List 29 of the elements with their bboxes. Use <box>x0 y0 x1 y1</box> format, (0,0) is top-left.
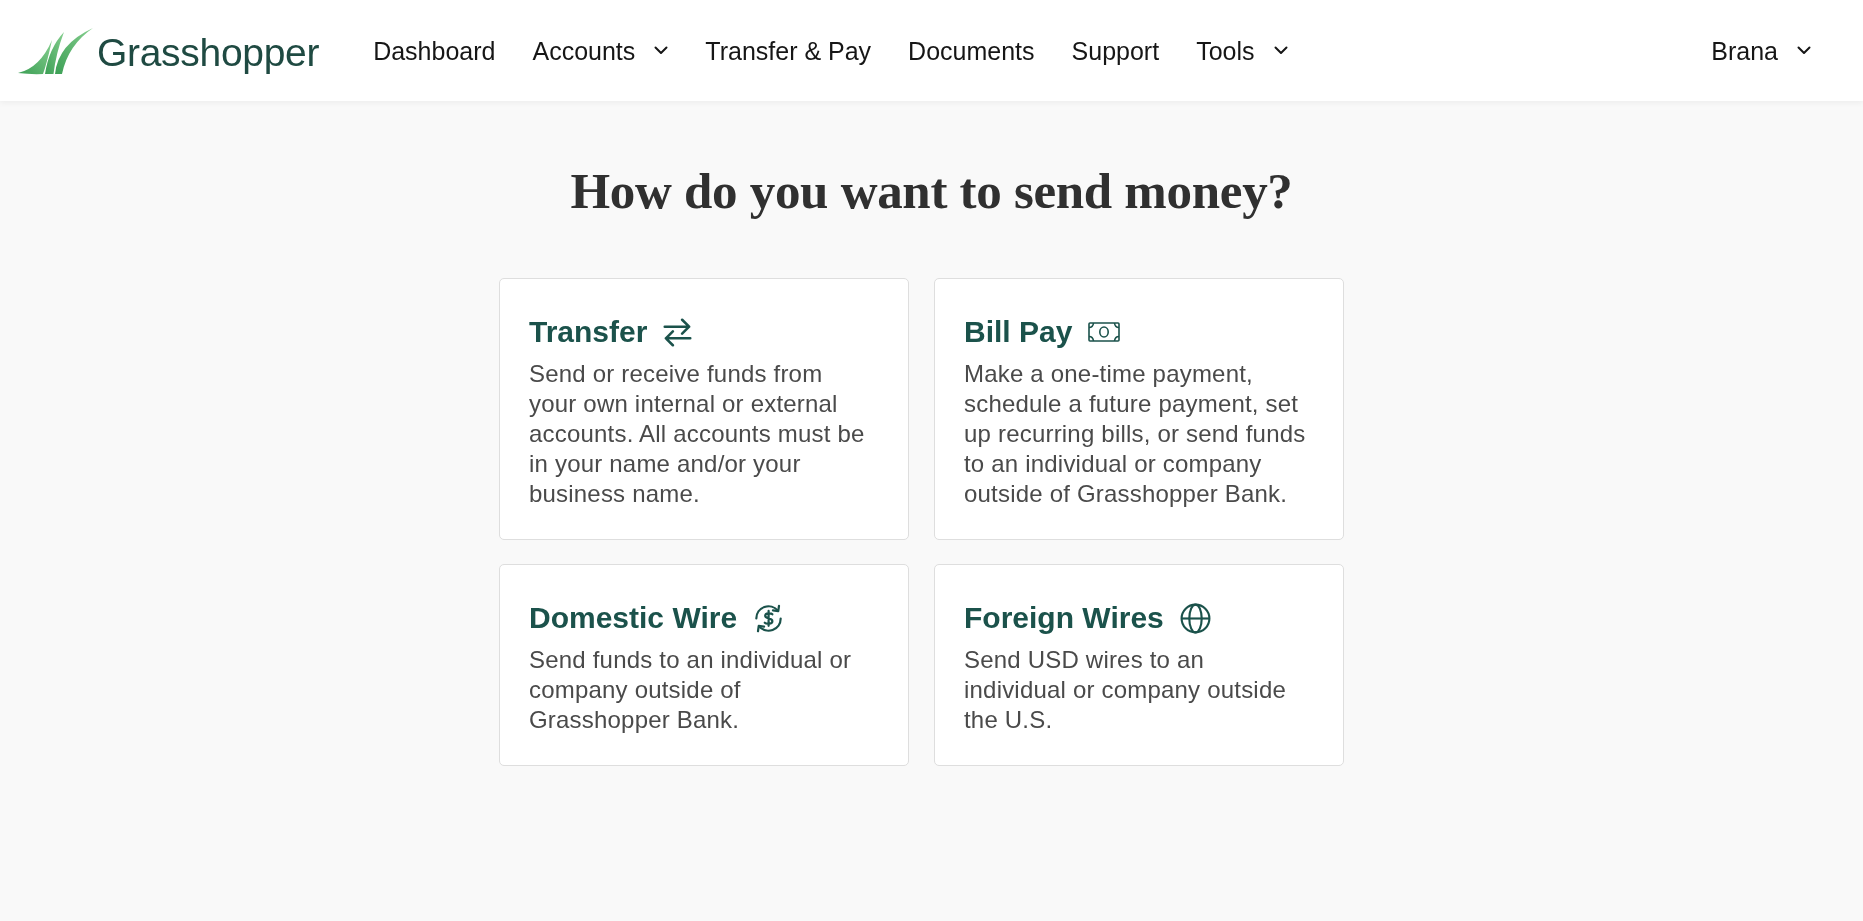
nav-link[interactable]: Dashboard <box>373 35 496 66</box>
banknote-icon <box>1088 322 1121 342</box>
nav-link[interactable]: Transfer & Pay <box>705 35 872 66</box>
nav-link[interactable]: Support <box>1071 35 1160 66</box>
page-title: How do you want to send money? <box>570 162 1293 221</box>
chevron-down-icon <box>654 46 669 55</box>
option-card[interactable]: Transfer Send or receive funds from your own internal or external accounts. All accounts must be in your name and/or your business name. <box>499 278 909 540</box>
nav-link[interactable]: Tools <box>1196 35 1288 66</box>
nav-link[interactable]: Documents <box>908 35 1035 66</box>
option-card[interactable]: Domestic Wire Send funds to an individual or company outside of Grasshopper Bank. <box>499 564 909 766</box>
card-description: Send funds to an individual or company outside of Grasshopper Bank. <box>529 645 853 735</box>
dollar-cycle-icon <box>753 602 785 634</box>
option-card[interactable]: Bill Pay Make a one-time payment, schedule a future payment, set up recurring bills, or send funds to an individual or company outside of Grasshopper Bank. <box>934 278 1344 540</box>
nav-link[interactable]: Accounts <box>532 35 669 66</box>
card-title: Bill Pay <box>964 314 1073 350</box>
chevron-down-icon <box>1273 46 1288 55</box>
card-description: Make a one-time payment, schedule a future payment, set up recurring bills, or send funds to an individual or company outside of Grasshopper Bank. <box>964 359 1307 509</box>
globe-icon <box>1179 602 1211 634</box>
arrows-icon <box>663 317 693 347</box>
card-description: Send or receive funds from your own internal or external accounts. All accounts must be in your name and/or your business name. <box>529 359 866 509</box>
card-title: Transfer <box>529 314 648 350</box>
card-title: Foreign Wires <box>964 600 1164 636</box>
card-description: Send USD wires to an individual or company outside the U.S. <box>964 645 1287 735</box>
user-menu[interactable]: Brana <box>1711 35 1811 66</box>
card-title: Domestic Wire <box>529 600 738 636</box>
grass-logo-icon <box>18 26 93 75</box>
option-card[interactable]: Foreign Wires Send USD wires to an individual or company outside the U.S. <box>934 564 1344 766</box>
logo-text: Grasshopper <box>97 30 320 72</box>
chevron-down-icon <box>1797 46 1811 55</box>
